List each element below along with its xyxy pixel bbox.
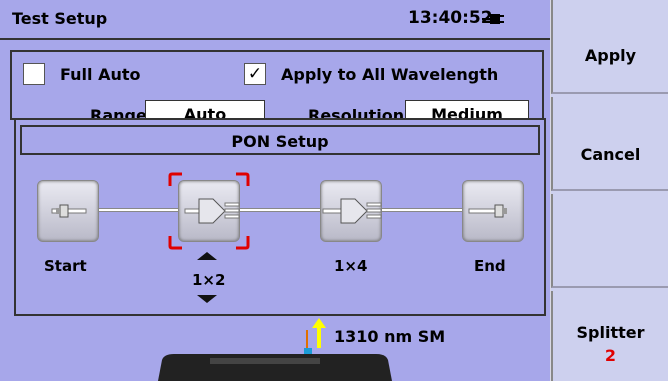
splitter-button[interactable]: Splitter 2 — [551, 291, 668, 381]
full-auto-label: Full Auto — [60, 65, 141, 84]
page-title: Test Setup — [12, 9, 108, 28]
pon-setup-title: PON Setup — [20, 125, 540, 155]
start-label: Start — [44, 257, 87, 275]
wavelength-label: 1310 nm SM — [334, 327, 446, 346]
selection-brackets — [168, 172, 250, 250]
splitter-value: 2 — [604, 346, 617, 365]
apply-all-wavelength-label: Apply to All Wavelength — [281, 65, 499, 84]
power-plug-icon — [482, 14, 504, 24]
device-image — [158, 354, 392, 381]
empty-softkey[interactable] — [551, 194, 668, 288]
fiber-line — [68, 208, 494, 212]
splitter-label: Splitter — [576, 323, 645, 342]
splitter-1x4-label: 1×4 — [334, 257, 368, 275]
connector-icon — [468, 204, 507, 218]
cancel-button[interactable]: Cancel — [551, 97, 668, 191]
apply-all-wavelength-checkbox[interactable]: ✓ — [244, 63, 266, 85]
end-label: End — [474, 257, 506, 275]
apply-label: Apply — [584, 46, 637, 65]
splitter-1x2-label: 1×2 — [192, 271, 226, 289]
full-auto-checkbox[interactable] — [23, 63, 45, 85]
arrow-down-icon[interactable] — [197, 295, 217, 303]
start-node[interactable] — [37, 180, 99, 242]
splitter-1x4-node[interactable] — [320, 180, 382, 242]
apply-button[interactable]: Apply — [551, 0, 668, 94]
arrow-up-icon[interactable] — [197, 252, 217, 260]
connector-icon — [51, 204, 87, 218]
splitter-icon — [322, 198, 382, 224]
clock: 13:40:52 — [408, 8, 493, 28]
end-node[interactable] — [462, 180, 524, 242]
